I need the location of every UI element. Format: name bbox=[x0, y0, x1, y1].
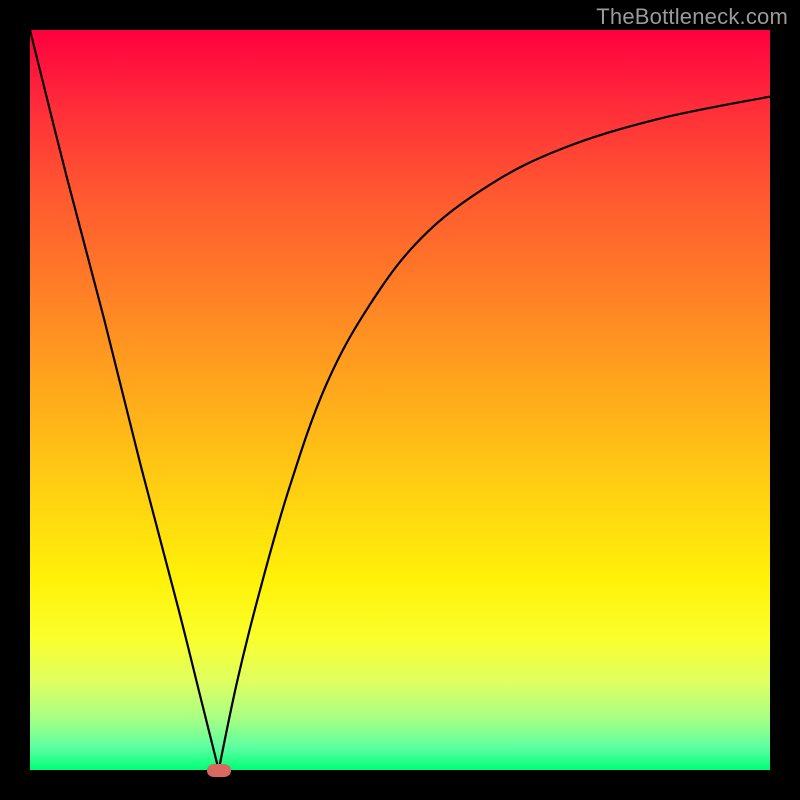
bottleneck-curve bbox=[30, 30, 770, 770]
curve-right-branch bbox=[219, 97, 770, 770]
optimal-point-marker bbox=[207, 764, 231, 777]
watermark-text: TheBottleneck.com bbox=[596, 4, 788, 30]
curve-left-branch bbox=[30, 30, 219, 770]
